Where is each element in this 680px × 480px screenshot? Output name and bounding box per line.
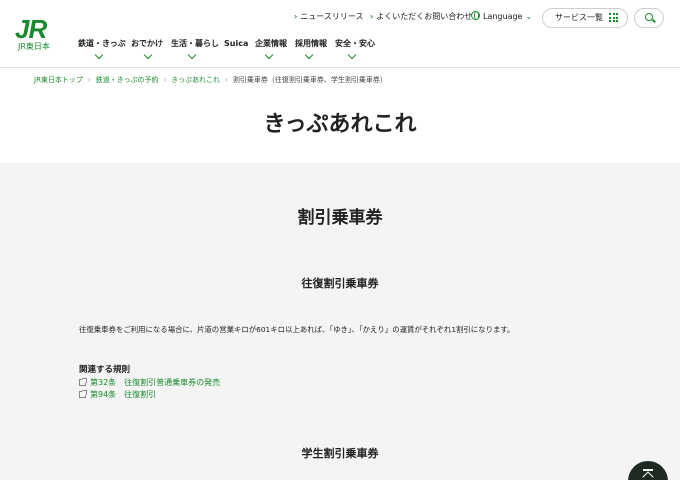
nav-label: 企業情報 [255, 39, 287, 48]
chevron-down-icon [264, 50, 274, 60]
globe-icon [471, 11, 480, 20]
language-selector[interactable]: Language ⌄ [471, 11, 532, 23]
rule-link-32[interactable]: 第32条 往復割引普通乗車券の発売 [79, 377, 220, 388]
breadcrumb-reservation[interactable]: 鉄道・きっぷの予約 [96, 76, 159, 84]
nav-label: 生活・暮らし [171, 39, 219, 48]
logo-subtext: JR東日本 [18, 42, 50, 51]
arrow-up-icon [642, 471, 654, 480]
main-content: 割引乗車券 往復割引乗車券 往復乗車券をご利用になる場合に、片道の営業キロが60… [0, 163, 680, 480]
services-list-label: サービス一覧 [555, 13, 603, 22]
chevron-down-icon [94, 50, 104, 60]
chevron-right-icon: › [87, 76, 91, 84]
external-link-icon [79, 378, 87, 386]
nav-label: おでかけ [131, 39, 163, 48]
chevron-right-icon: › [225, 76, 228, 84]
grid-icon [609, 13, 618, 22]
nav-label: 採用情報 [295, 39, 327, 48]
services-list-button[interactable]: サービス一覧 [542, 8, 628, 28]
chevron-down-icon [187, 50, 197, 60]
nav-recruit[interactable]: 採用情報 [295, 39, 327, 60]
nav-living[interactable]: 生活・暮らし [171, 39, 219, 60]
chevron-down-icon [304, 50, 314, 60]
nav-label: 鉄道・きっぷ [78, 39, 126, 48]
chevron-down-icon: ⌄ [525, 12, 533, 21]
news-release-link[interactable]: › ニュースリリース [294, 11, 364, 23]
news-release-label: ニュースリリース [300, 12, 364, 21]
language-label: Language [483, 12, 523, 21]
jr-east-logo[interactable]: JR JR東日本 [15, 16, 61, 52]
chevron-down-icon [347, 50, 357, 60]
breadcrumb-current: 割引乗車券（往復割引乗車券、学生割引乗車券） [232, 76, 387, 84]
search-button[interactable] [634, 8, 664, 28]
external-link-icon [79, 390, 87, 398]
chevron-right-icon: › [294, 12, 298, 21]
logo-mark: JR [15, 14, 47, 44]
faq-link[interactable]: › よくいただくお問い合わせ [370, 11, 472, 23]
nav-railway-tickets[interactable]: 鉄道・きっぷ [78, 39, 126, 60]
rule-link-94[interactable]: 第94条 往復割引 [79, 389, 156, 400]
rule-link-label: 第94条 往復割引 [90, 390, 157, 399]
nav-outings[interactable]: おでかけ [131, 39, 163, 60]
chevron-right-icon: › [163, 76, 167, 84]
rule-link-label: 第32条 往復割引普通乗車券の発売 [90, 378, 221, 387]
chevron-down-icon [143, 50, 153, 60]
nav-label: 安全・安心 [335, 39, 375, 48]
round-trip-discount-text: 往復乗車券をご利用になる場合に、片道の営業キロが601キロ以上あれば、「ゆき」、… [79, 325, 515, 334]
chevron-right-icon: › [370, 12, 374, 21]
breadcrumb: JR東日本トップ › 鉄道・きっぷの予約 › きっぷあれこれ › 割引乗車券（往復割引乗車券… [34, 75, 387, 85]
nav-suica[interactable]: Suica [224, 39, 248, 49]
student-discount-title: 学生割引乗車券 [301, 447, 379, 460]
breadcrumb-ticket-info[interactable]: きっぷあれこれ [171, 76, 220, 84]
nav-safety[interactable]: 安全・安心 [335, 39, 375, 60]
page-title: きっぷあれこれ [263, 112, 417, 137]
nav-corporate[interactable]: 企業情報 [255, 39, 287, 60]
section-heading: 割引乗車券 [297, 208, 383, 228]
nav-label: Suica [224, 39, 249, 48]
breadcrumb-top[interactable]: JR東日本トップ [34, 76, 83, 84]
related-rules-title: 関連する規則 [79, 365, 131, 375]
site-header: JR JR東日本 › ニュースリリース › よくいただくお問い合わせ Languag… [0, 0, 680, 68]
round-trip-discount-title: 往復割引乗車券 [301, 277, 379, 290]
faq-label: よくいただくお問い合わせ [376, 12, 473, 21]
